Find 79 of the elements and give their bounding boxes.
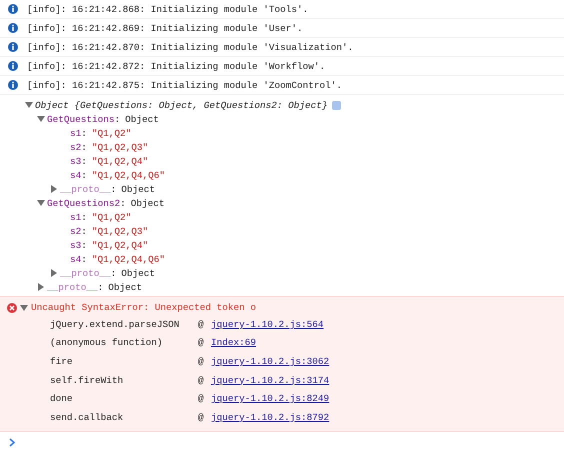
colon: : bbox=[110, 268, 116, 278]
source-link[interactable]: Index:69 bbox=[211, 337, 256, 348]
at-sign: @ bbox=[198, 374, 205, 386]
log-message: [info]: 16:21:42.870: Initializing module 'Visualization'. bbox=[27, 42, 354, 52]
colon: : bbox=[81, 142, 87, 152]
property-value: "Q1,Q2,Q4,Q6" bbox=[92, 254, 166, 264]
function-name: fire bbox=[50, 356, 74, 367]
colon: : bbox=[114, 114, 120, 124]
property-value: "Q1,Q2" bbox=[92, 212, 132, 222]
source-link[interactable]: jquery-1.10.2.js:8792 bbox=[211, 412, 330, 423]
at-sign: @ bbox=[198, 337, 205, 348]
property-value: "Q1,Q2,Q4" bbox=[92, 156, 148, 166]
colon: : bbox=[81, 240, 87, 250]
property-key: __proto__ bbox=[60, 184, 111, 194]
expanded-triangle-icon[interactable] bbox=[37, 115, 45, 123]
error-icon bbox=[7, 302, 17, 312]
function-name: self.fireWith bbox=[50, 374, 124, 386]
property-key: __proto__ bbox=[47, 282, 98, 292]
source-link[interactable]: jquery-1.10.2.js:3062 bbox=[211, 356, 330, 367]
expanded-triangle-icon[interactable] bbox=[37, 199, 45, 207]
at-sign: @ bbox=[198, 393, 205, 404]
property-value: "Q1,Q2" bbox=[92, 128, 132, 138]
property-value: "Q1,Q2,Q3" bbox=[92, 226, 148, 236]
property-key: s2 bbox=[70, 142, 82, 152]
log-message: [info]: 16:21:42.869: Initializing module 'User'. bbox=[27, 22, 303, 34]
colon: : bbox=[81, 254, 87, 264]
property-value: Object bbox=[125, 114, 159, 124]
source-link[interactable]: jquery-1.10.2.js:8249 bbox=[211, 393, 330, 404]
property-key: s4 bbox=[70, 254, 82, 264]
property-value: Object bbox=[130, 198, 165, 208]
collapsed-triangle-icon[interactable] bbox=[50, 269, 58, 277]
colon: : bbox=[120, 198, 126, 208]
property-key: s4 bbox=[70, 170, 82, 180]
expanded-triangle-icon[interactable] bbox=[20, 304, 28, 312]
source-link[interactable]: jquery-1.10.2.js:564 bbox=[211, 318, 324, 330]
object-summary: Object {GetQuestions: Object, GetQuestions2: Object} bbox=[35, 100, 328, 110]
colon: : bbox=[81, 170, 87, 180]
property-value: Object bbox=[121, 184, 156, 194]
log-message: [info]: 16:21:42.872: Initializing module 'Workflow'. bbox=[27, 60, 326, 72]
collapsed-triangle-icon[interactable] bbox=[37, 283, 45, 291]
expanded-triangle-icon[interactable] bbox=[25, 101, 33, 109]
source-link[interactable]: jquery-1.10.2.js:3174 bbox=[211, 374, 330, 386]
info-icon bbox=[8, 61, 18, 71]
log-message: [info]: 16:21:42.868: Initializing module 'Tools'. bbox=[27, 4, 308, 14]
property-key: GetQuestions2 bbox=[47, 198, 120, 208]
property-key: __proto__ bbox=[60, 268, 111, 278]
property-value: Object bbox=[108, 282, 142, 292]
function-name: jQuery.extend.parseJSON bbox=[50, 318, 180, 330]
property-key: s2 bbox=[70, 226, 82, 236]
function-name: (anonymous function) bbox=[50, 337, 164, 348]
collapsed-triangle-icon[interactable] bbox=[50, 185, 58, 193]
info-badge-icon bbox=[332, 100, 341, 110]
property-value: Object bbox=[121, 268, 156, 278]
at-sign: @ bbox=[198, 356, 205, 367]
property-value: "Q1,Q2,Q4,Q6" bbox=[92, 170, 166, 180]
info-icon bbox=[8, 23, 18, 33]
function-name: done bbox=[50, 393, 74, 404]
function-name: send.callback bbox=[50, 412, 124, 423]
colon: : bbox=[81, 156, 87, 166]
property-key: s1 bbox=[70, 128, 82, 138]
colon: : bbox=[98, 282, 104, 292]
colon: : bbox=[81, 128, 87, 138]
property-key: s1 bbox=[70, 212, 82, 222]
property-value: "Q1,Q2,Q3" bbox=[92, 142, 148, 152]
at-sign: @ bbox=[198, 318, 205, 330]
property-key: s3 bbox=[70, 240, 82, 250]
property-key: GetQuestions bbox=[47, 114, 115, 124]
log-message: [info]: 16:21:42.875: Initializing module 'ZoomControl'. bbox=[27, 80, 342, 90]
colon: : bbox=[81, 226, 87, 236]
error-message: Uncaught SyntaxError: Unexpected token o bbox=[31, 302, 256, 313]
colon: : bbox=[81, 212, 87, 222]
info-icon bbox=[8, 4, 18, 14]
prompt-icon[interactable] bbox=[9, 438, 15, 448]
info-icon bbox=[8, 42, 18, 52]
property-key: s3 bbox=[70, 156, 82, 166]
at-sign: @ bbox=[198, 412, 205, 423]
property-value: "Q1,Q2,Q4" bbox=[92, 240, 148, 250]
colon: : bbox=[110, 184, 116, 194]
info-icon bbox=[8, 80, 18, 90]
